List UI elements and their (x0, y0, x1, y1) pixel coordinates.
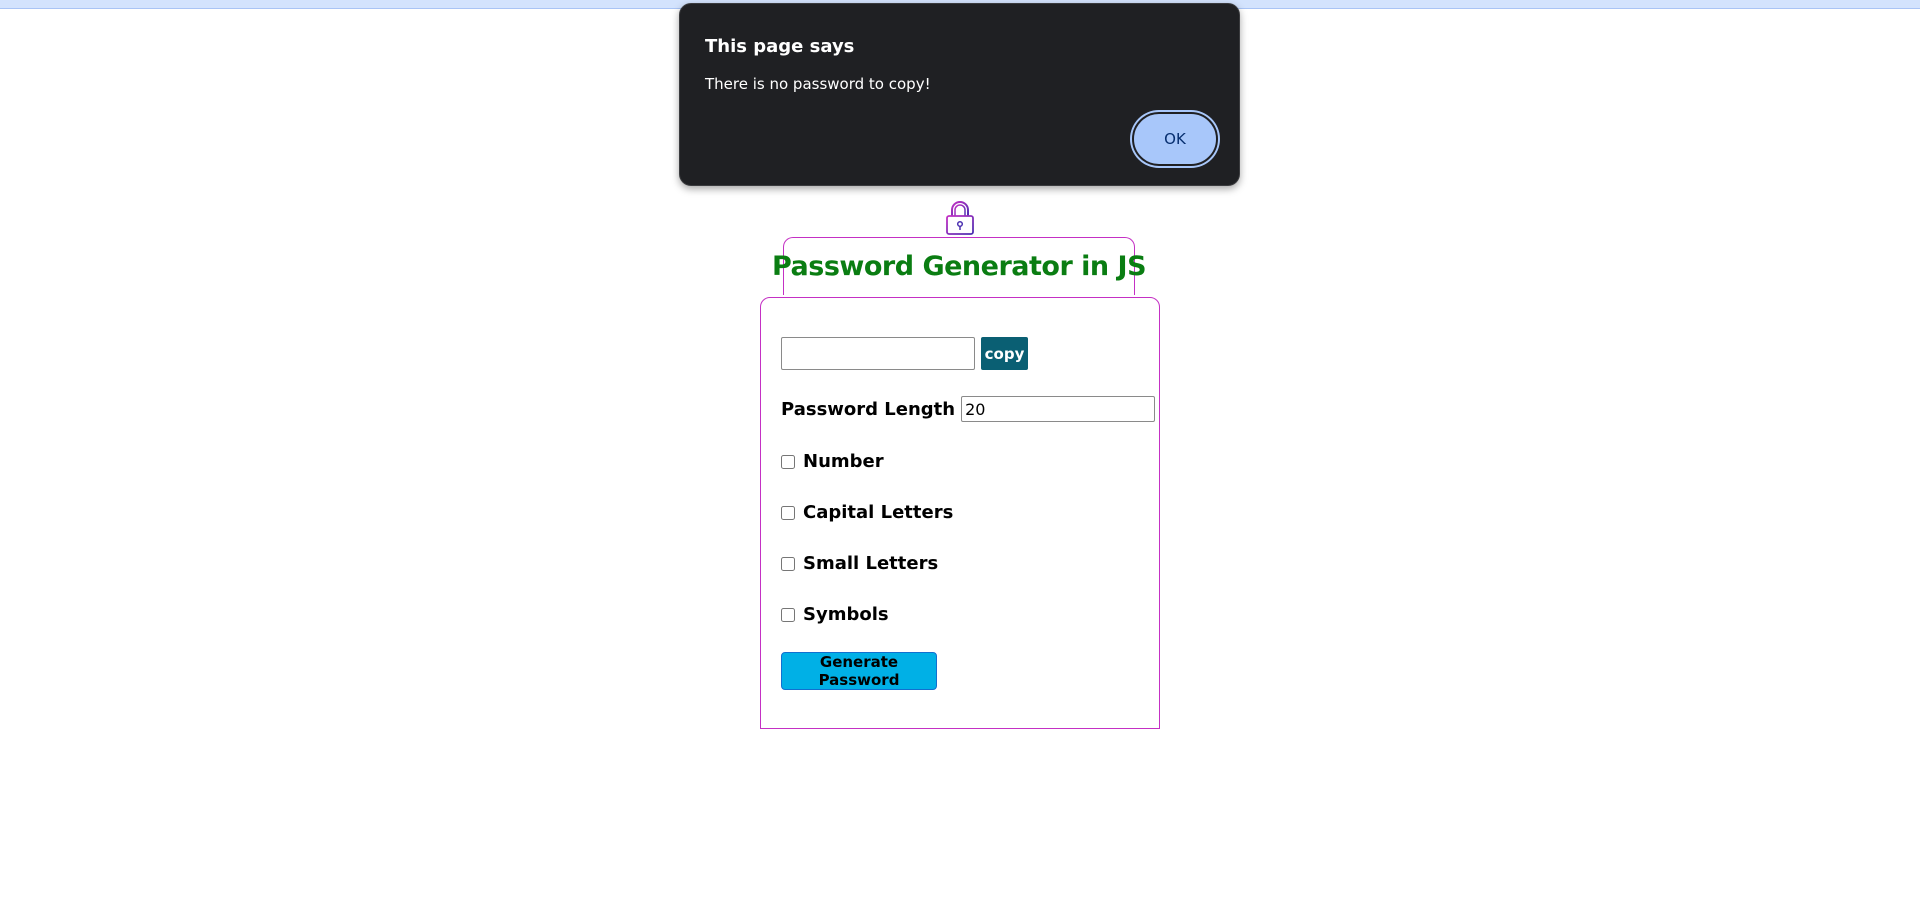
lock-icon (946, 201, 974, 235)
small-letters-checkbox[interactable] (781, 556, 795, 571)
copy-button[interactable]: copy (981, 337, 1028, 370)
small-letters-label: Small Letters (803, 553, 939, 574)
generate-password-button[interactable]: Generate Password (781, 652, 937, 690)
length-label: Password Length (781, 398, 956, 420)
option-small-letters[interactable]: Small Letters (781, 553, 938, 574)
length-input[interactable] (961, 396, 1156, 422)
capital-letters-checkbox[interactable] (781, 505, 795, 520)
generator-panel: copy Password Length Number Capital Lett… (760, 297, 1160, 729)
option-capital-letters[interactable]: Capital Letters (781, 502, 953, 523)
dialog-title: This page says (705, 36, 855, 57)
capital-letters-label: Capital Letters (803, 502, 954, 523)
option-number[interactable]: Number (781, 451, 884, 472)
dialog-message: There is no password to copy! (705, 75, 931, 93)
option-symbols[interactable]: Symbols (781, 604, 889, 625)
title-box: Password Generator in JS (772, 237, 1147, 295)
password-output-field[interactable] (781, 337, 975, 370)
symbols-checkbox[interactable] (781, 607, 795, 622)
alert-dialog: This page says There is no password to c… (679, 3, 1240, 186)
symbols-label: Symbols (803, 604, 889, 625)
ok-button[interactable]: OK (1132, 112, 1218, 166)
length-row: Password Length (781, 396, 1156, 422)
number-checkbox[interactable] (781, 454, 795, 469)
number-label: Number (803, 451, 884, 472)
page-title: Password Generator in JS (771, 251, 1147, 282)
